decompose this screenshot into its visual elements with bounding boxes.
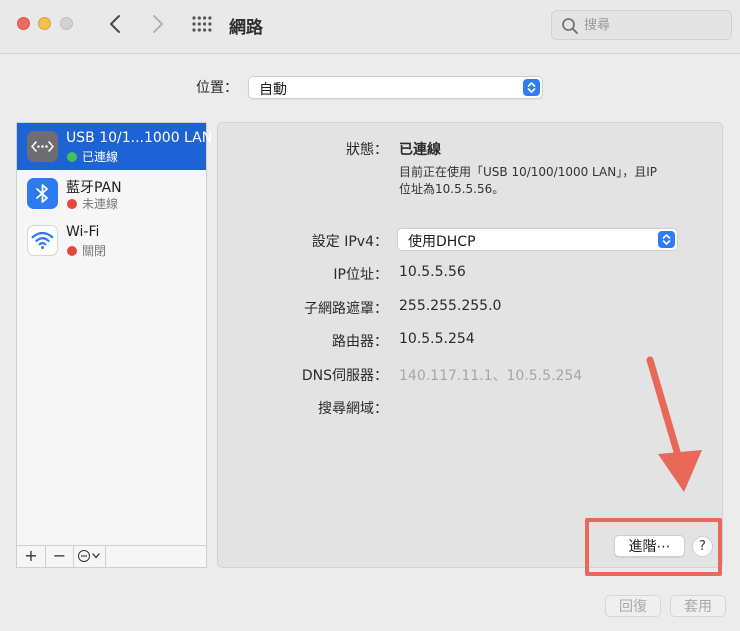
wifi-icon [27, 225, 58, 256]
service-status: 已連線 [82, 150, 119, 164]
remove-service-button[interactable]: − [46, 546, 74, 567]
updown-chevron-icon [658, 231, 675, 248]
bluetooth-icon [27, 178, 58, 209]
search-input[interactable] [584, 15, 724, 35]
ipv4-value: 使用DHCP [408, 234, 476, 250]
service-status: 關閉 [82, 244, 107, 258]
service-item-bluetooth-pan[interactable]: 藍牙PAN 未連線 [17, 170, 206, 217]
router-label: 路由器： [332, 334, 388, 350]
updown-chevron-icon [523, 79, 540, 96]
zoom-window-button[interactable] [60, 17, 73, 30]
title-bar: 網路 [0, 0, 740, 54]
status-dot-icon [67, 246, 77, 256]
annotation-arrow-icon [646, 356, 702, 492]
configure-ipv4-select[interactable]: 使用DHCP [397, 228, 678, 251]
router-value: 10.5.5.254 [399, 331, 475, 347]
forward-button[interactable] [147, 12, 167, 36]
search-box[interactable] [551, 10, 732, 40]
status-description-line: 位址為10.5.5.56。 [399, 182, 505, 196]
status-dot-icon [67, 152, 77, 162]
subnet-mask-value: 255.255.255.0 [399, 298, 502, 314]
location-label: 位置： [196, 80, 238, 96]
service-actions-menu-button[interactable] [74, 546, 106, 567]
chevron-right-icon [153, 15, 163, 33]
service-name: 藍牙PAN [66, 180, 122, 196]
location-value: 自動 [259, 82, 287, 98]
ipv4-label: 設定 IPv4： [311, 234, 388, 250]
ip-address-label: IP位址： [333, 267, 388, 283]
status-value: 已連線 [399, 142, 441, 158]
ethernet-icon [27, 131, 58, 162]
service-item-usb-lan[interactable]: USB 10/1...1000 LAN 已連線 [17, 123, 212, 170]
add-service-button[interactable]: + [17, 546, 46, 567]
status-description: 目前正在使用「USB 10/100/1000 LAN」，且IP 位址為10.5.… [399, 164, 699, 198]
service-list-toolbar: + − [16, 546, 207, 568]
chevron-left-icon [110, 15, 120, 33]
dns-server-value: 140.117.11.1、10.5.5.254 [399, 368, 583, 384]
window-title: 網路 [229, 18, 263, 38]
minimize-window-button[interactable] [38, 17, 51, 30]
back-button[interactable] [106, 12, 126, 36]
revert-button[interactable]: 回復 [605, 595, 661, 617]
status-label: 狀態： [346, 142, 388, 158]
dns-server-label: DNS伺服器： [301, 368, 388, 384]
service-list: USB 10/1...1000 LAN 已連線 藍牙PAN 未連線 Wi-Fi … [16, 122, 212, 546]
search-icon [562, 18, 578, 34]
status-description-line: 目前正在使用「USB 10/100/1000 LAN」，且IP [399, 165, 657, 179]
location-select[interactable]: 自動 [248, 76, 543, 99]
close-window-button[interactable] [17, 17, 30, 30]
apply-button[interactable]: 套用 [670, 595, 726, 617]
ip-address-value: 10.5.5.56 [399, 264, 466, 280]
status-dot-icon [67, 199, 77, 209]
annotation-highlight-box [585, 518, 722, 576]
subnet-mask-label: 子網路遮罩： [304, 301, 388, 317]
service-name: Wi-Fi [66, 224, 100, 240]
show-all-grid-icon[interactable] [192, 16, 212, 32]
service-name: USB 10/1...1000 LAN [66, 130, 213, 146]
service-status: 未連線 [82, 197, 119, 211]
service-item-wifi[interactable]: Wi-Fi 關閉 [17, 217, 206, 264]
search-domains-label: 搜尋網域： [318, 401, 388, 417]
ellipsis-circle-icon [77, 550, 100, 562]
